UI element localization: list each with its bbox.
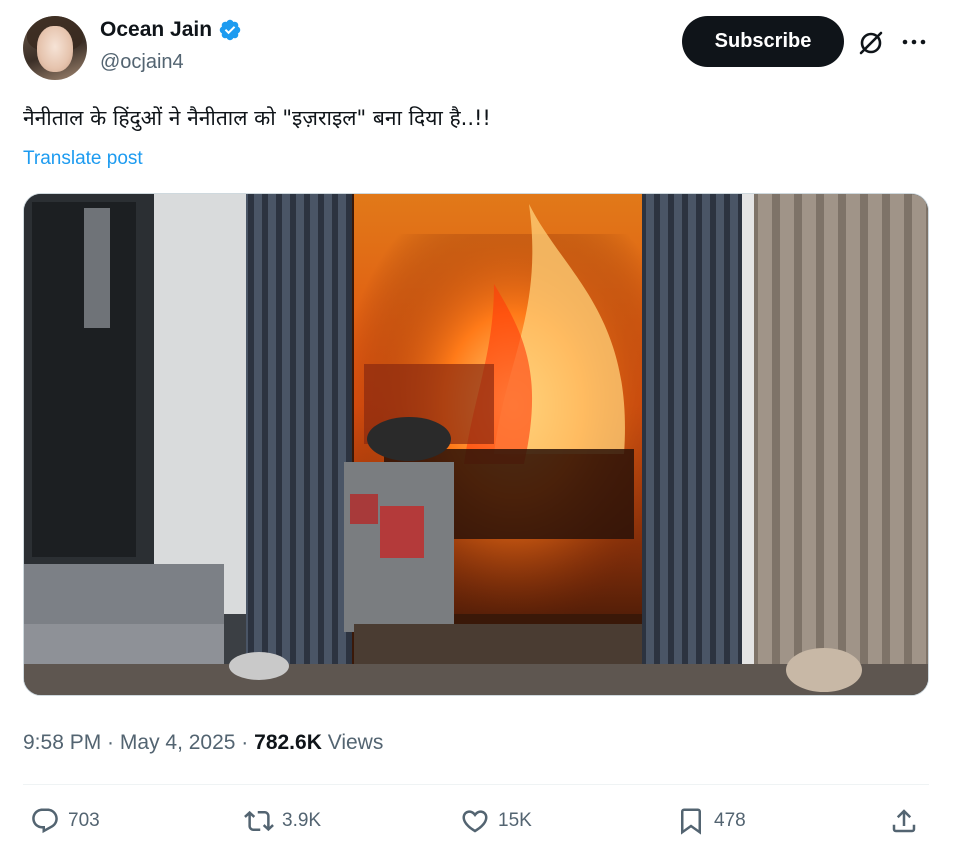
like-button[interactable]: 15K bbox=[460, 806, 532, 836]
heart-icon bbox=[462, 810, 488, 833]
reply-count: 703 bbox=[68, 810, 100, 831]
avatar-face bbox=[37, 26, 73, 72]
repost-icon bbox=[244, 810, 274, 832]
author-display-name[interactable]: Ocean Jain bbox=[100, 18, 212, 42]
bookmark-icon bbox=[681, 808, 701, 835]
views-label: Views bbox=[321, 731, 384, 754]
like-count: 15K bbox=[498, 810, 532, 831]
post-time[interactable]: 9:58 PM bbox=[23, 731, 101, 754]
grok-icon[interactable] bbox=[856, 28, 886, 58]
verified-badge-icon[interactable] bbox=[218, 18, 242, 42]
divider bbox=[23, 784, 929, 785]
author-name-row: Ocean Jain bbox=[100, 18, 242, 42]
translate-post-link[interactable]: Translate post bbox=[23, 148, 143, 170]
avatar[interactable] bbox=[23, 16, 87, 80]
share-icon bbox=[892, 809, 916, 833]
repost-count: 3.9K bbox=[282, 810, 322, 831]
meta-separator: · bbox=[101, 731, 120, 754]
subscribe-button[interactable]: Subscribe bbox=[682, 16, 844, 67]
post-date[interactable]: May 4, 2025 bbox=[120, 731, 236, 754]
post-metadata: 9:58 PM · May 4, 2025 · 782.6K Views bbox=[23, 731, 383, 755]
author-handle[interactable]: @ocjain4 bbox=[100, 51, 184, 74]
more-horizontal-icon[interactable] bbox=[899, 30, 929, 54]
meta-separator: · bbox=[235, 731, 255, 754]
bookmark-count: 478 bbox=[714, 810, 746, 831]
post-text: नैनीताल के हिंदुओं ने नैनीताल को "इज़राइ… bbox=[23, 106, 491, 130]
views-count: 782.6K bbox=[254, 731, 322, 754]
repost-button[interactable]: 3.9K bbox=[244, 806, 321, 836]
post-media-video[interactable] bbox=[23, 193, 929, 696]
reply-button[interactable]: 703 bbox=[30, 806, 100, 836]
fire-video-thumbnail bbox=[24, 194, 928, 695]
share-button[interactable] bbox=[889, 806, 919, 836]
reply-icon bbox=[32, 808, 58, 834]
bookmark-button[interactable]: 478 bbox=[676, 806, 746, 836]
